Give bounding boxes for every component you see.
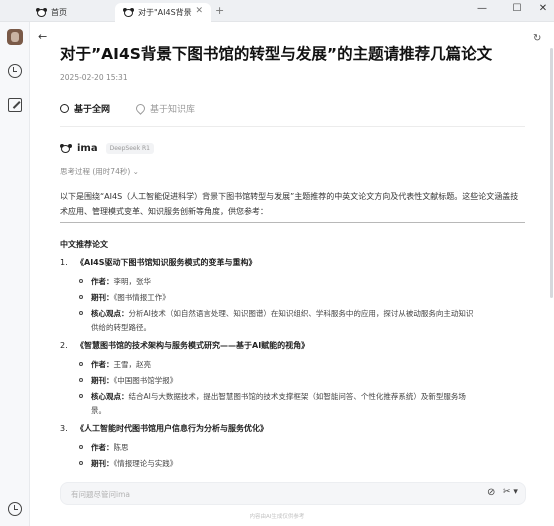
paper-title: 2. 《智慧图书馆的技术架构与服务模式研究——基于AI赋能的视角》 [60, 340, 309, 351]
tab-chat-label: 对于"AI4S背景 [138, 8, 192, 17]
author-label: 作者： [91, 277, 114, 286]
location-icon [134, 101, 147, 115]
paper-title-text: 《AI4S驱动下图书馆知识服务模式的变革与重构》 [76, 258, 257, 267]
thinking-toggle[interactable]: 思考过程 (用时74秒) ⌄ [60, 166, 139, 177]
paper-journal: 期刊：《情报理论与实践》 [79, 457, 177, 471]
paper-number: 3. [60, 424, 68, 433]
paper-title-text: 《人工智能时代图书馆用户信息行为分析与服务优化》 [76, 424, 268, 433]
journal-label: 期刊： [91, 293, 114, 302]
view-label: 核心观点： [91, 309, 129, 318]
panda-icon [123, 8, 134, 17]
divider [60, 126, 525, 127]
author-value: 王雪，赵亮 [113, 360, 152, 369]
back-button[interactable]: ← [38, 30, 47, 43]
journal-value: 《图书情报工作》 [113, 293, 170, 302]
journal-value: 《情报理论与实践》 [113, 459, 178, 468]
author-label: 作者： [91, 443, 114, 452]
ima-logo-icon [60, 143, 72, 154]
author-label: 作者： [91, 360, 114, 369]
disclaimer: 内容由AI生成仅供参考 [249, 514, 305, 520]
new-tab-button[interactable]: + [215, 4, 224, 17]
tab-home-label: 首页 [51, 8, 67, 17]
source-web-label: 基于全网 [74, 104, 111, 115]
page-title: 对于”AI4S背景下图书馆的转型与发展”的主题请推荐几篇论文 [60, 45, 493, 63]
source-kb-option[interactable]: 基于知识库 [134, 101, 196, 115]
globe-icon [60, 103, 69, 113]
paper-view: 核心观点：结合AI与大数据技术，提出智慧图书馆的技术支撑框架（如智能问答、个性化… [79, 390, 529, 418]
scrollbar[interactable] [550, 48, 553, 298]
maximize-button[interactable]: ☐ [505, 3, 529, 14]
lightbulb-icon[interactable] [8, 64, 22, 78]
chat-input[interactable] [71, 488, 451, 501]
paper-journal: 期刊：《中国图书馆学报》 [79, 374, 177, 388]
source-kb-label: 基于知识库 [150, 104, 196, 115]
journal-value: 《中国图书馆学报》 [113, 376, 178, 385]
model-badge: DeepSeek R1 [105, 143, 154, 154]
view-value: 结合AI与大数据技术，提出智慧图书馆的技术支撑框架（如智能问答、个性化推荐系统）… [128, 392, 466, 401]
paper-author: 作者：李明，张华 [79, 275, 151, 289]
panda-icon [36, 8, 47, 17]
tools-menu-icon[interactable]: ✂ ▾ [503, 487, 518, 497]
view-value-cont: 供给的转型路径。 [91, 323, 151, 332]
window-titlebar: 首页 对于"AI4S背景 ✕ + — ☐ ✕ [0, 0, 554, 22]
journal-label: 期刊： [91, 376, 114, 385]
journal-label: 期刊： [91, 459, 114, 468]
answer-intro: 以下是围绕“AI4S（人工智能促进科学）背景下图书馆转型与发展”主题推荐的中英文… [60, 192, 519, 216]
tab-home[interactable]: 首页 [30, 3, 110, 22]
paper-title: 3. 《人工智能时代图书馆用户信息行为分析与服务优化》 [60, 423, 268, 434]
new-chat-icon[interactable] [8, 98, 22, 112]
source-selector: 基于全网 基于知识库 [60, 101, 221, 115]
paper-number: 1. [60, 258, 68, 267]
view-value-cont: 景。 [91, 406, 106, 415]
minimize-button[interactable]: — [470, 3, 494, 14]
paper-number: 2. [60, 341, 68, 350]
close-tab-icon[interactable]: ✕ [195, 6, 203, 16]
view-label: 核心观点： [91, 392, 129, 401]
attachment-icon[interactable]: ⊘ [487, 487, 495, 498]
avatar[interactable] [7, 29, 23, 45]
timestamp: 2025-02-20 15:31 [60, 73, 128, 82]
sidebar [0, 22, 30, 526]
paper-journal: 期刊：《图书情报工作》 [79, 291, 170, 305]
refresh-icon[interactable]: ↻ [533, 33, 541, 44]
author-value: 李明，张华 [113, 277, 152, 286]
view-value: 分析AI技术（如自然语言处理、知识图谱）在知识组织、学科服务中的应用，探讨从被动… [128, 309, 474, 318]
author-value: 陈思 [113, 443, 129, 452]
assistant-name: ima [77, 143, 98, 154]
assistant-header: ima DeepSeek R1 [60, 143, 154, 154]
close-window-button[interactable]: ✕ [531, 3, 554, 14]
paper-title: 1. 《AI4S驱动下图书馆知识服务模式的变革与重构》 [60, 257, 257, 268]
paper-title-text: 《智慧图书馆的技术架构与服务模式研究——基于AI赋能的视角》 [76, 341, 310, 350]
source-web-option[interactable]: 基于全网 [60, 102, 110, 115]
paper-view: 核心观点：分析AI技术（如自然语言处理、知识图谱）在知识组织、学科服务中的应用，… [79, 307, 529, 335]
chat-input-box: ⊘ ✂ ▾ [60, 482, 526, 505]
paper-author: 作者：王雪，赵亮 [79, 358, 151, 372]
divider [60, 222, 525, 223]
section-heading: 中文推荐论文 [60, 240, 108, 249]
tab-chat[interactable]: 对于"AI4S背景 ✕ [115, 3, 211, 22]
paper-author: 作者：陈思 [79, 441, 129, 455]
